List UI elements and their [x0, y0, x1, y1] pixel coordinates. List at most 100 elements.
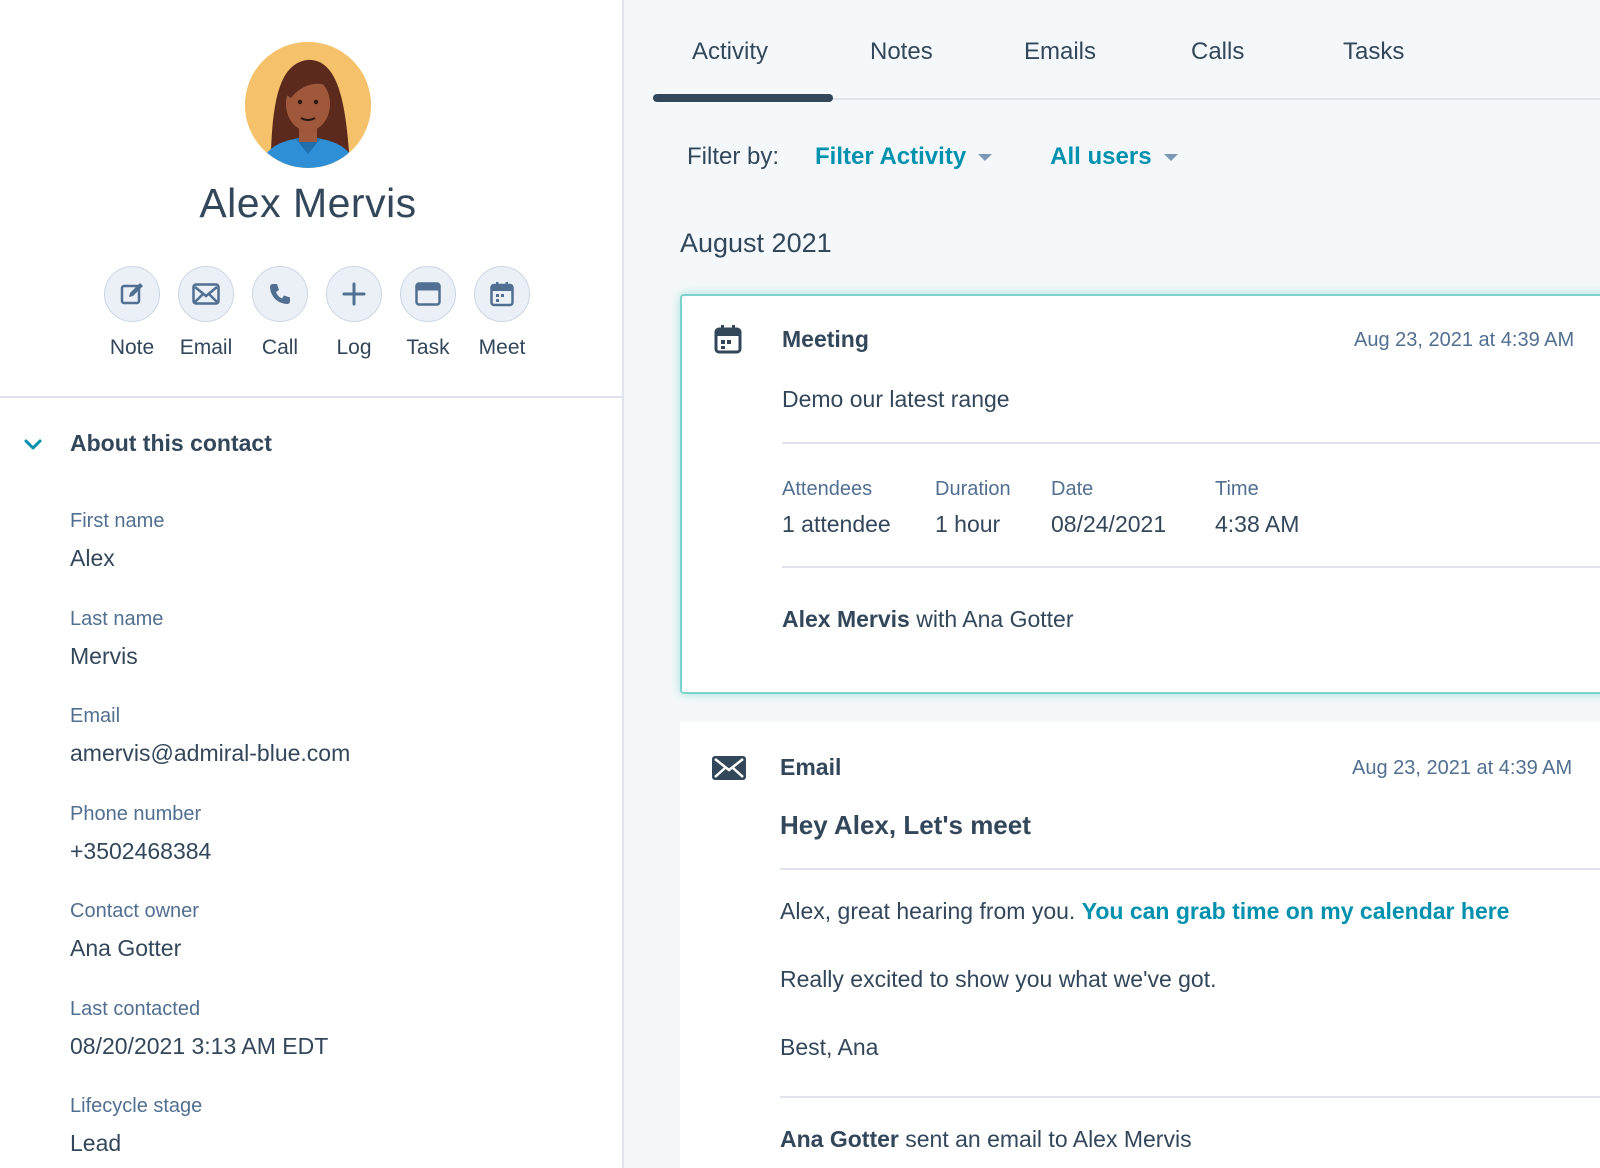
card-divider [782, 442, 1600, 444]
meta-attendees: Attendees 1 attendee [782, 478, 891, 538]
property-label: Contact owner [70, 900, 199, 922]
tab-bar: Activity Notes Emails Calls Tasks [653, 0, 1600, 102]
note-action-button[interactable]: Note [95, 266, 169, 360]
filter-label: Filter by: [687, 143, 780, 170]
filter-activity-label: Filter Activity [815, 143, 967, 170]
email-sender-summary: Ana Gotter sent an email to Alex Mervis [780, 1126, 1192, 1153]
call-action-button[interactable]: Call [243, 266, 317, 360]
email-subject[interactable]: Hey Alex, Let's meet [780, 810, 1031, 841]
calendar-link[interactable]: You can grab time on my calendar here [1082, 898, 1510, 924]
activity-panel: Activity Notes Emails Calls Tasks Filter… [624, 0, 1600, 1168]
email-action-label: Email [179, 336, 233, 359]
property-label: Phone number [70, 802, 202, 825]
email-body-line: Best, Ana [780, 1034, 879, 1060]
tab-emails[interactable]: Emails [1024, 38, 1096, 66]
tab-tasks[interactable]: Tasks [1343, 38, 1404, 66]
all-users-dropdown[interactable]: All users [1050, 143, 1178, 171]
property-value[interactable]: 08/20/2021 3:13 AM EDT [70, 1033, 350, 1060]
email-body-line: Alex, great hearing from you. You can gr… [780, 898, 1509, 925]
email-action-button[interactable]: Email [169, 266, 243, 360]
meta-value[interactable]: 1 attendee [782, 511, 891, 538]
property-last-contacted[interactable]: Last contacted 08/20/2021 3:13 AM EDT [70, 998, 350, 1096]
property-first-name[interactable]: First name Alex [70, 510, 350, 608]
property-label: Last contacted [70, 997, 201, 1020]
contact-name: Alex Mervis [199, 180, 417, 226]
property-value[interactable]: Alex [70, 545, 350, 572]
active-tab-indicator [653, 94, 833, 102]
chevron-down-icon [24, 439, 42, 449]
note-action-label: Note [109, 336, 155, 359]
all-users-label: All users [1050, 143, 1152, 170]
calendar-icon[interactable] [474, 266, 530, 322]
property-value[interactable]: amervis@admiral-blue.com [70, 740, 350, 767]
avatar[interactable] [245, 42, 371, 168]
activity-type: Email [780, 754, 842, 780]
email-body-line: Really excited to show you what we've go… [780, 966, 1217, 992]
plus-icon[interactable] [326, 266, 382, 322]
property-label: Email [70, 705, 121, 727]
meeting-title[interactable]: Demo our latest range [782, 386, 1010, 413]
call-icon[interactable] [252, 266, 308, 322]
email-activity-card[interactable]: Email Aug 23, 2021 at 4:39 AM Hey Alex, … [680, 722, 1600, 1168]
property-value[interactable]: +3502468384 [70, 838, 350, 865]
property-label: Last name [70, 607, 164, 630]
property-last-name[interactable]: Last name Mervis [70, 608, 350, 706]
participant-rest: with Ana Gotter [909, 606, 1074, 632]
tab-notes[interactable]: Notes [870, 38, 933, 66]
property-value[interactable]: Ana Gotter [70, 935, 350, 962]
property-phone-number[interactable]: Phone number +3502468384 [70, 803, 350, 901]
card-divider [780, 868, 1600, 870]
meta-duration: Duration 1 hour [935, 478, 1011, 538]
meta-value[interactable]: 1 hour [935, 511, 1011, 538]
filter-activity-dropdown[interactable]: Filter Activity [815, 143, 993, 171]
card-divider [782, 566, 1600, 568]
meta-label: Duration [935, 478, 1011, 500]
participant-name: Alex Mervis [782, 606, 910, 632]
contact-properties: First name Alex Last name Mervis Email a… [70, 510, 350, 1168]
note-icon[interactable] [104, 266, 160, 322]
meta-date: Date 08/24/2021 [1051, 478, 1166, 538]
meta-value[interactable]: 4:38 AM [1215, 511, 1299, 538]
calendar-icon [714, 325, 742, 354]
tab-calls[interactable]: Calls [1191, 38, 1244, 66]
meta-time: Time 4:38 AM [1215, 478, 1299, 538]
caret-down-icon [1163, 153, 1178, 161]
call-action-label: Call [261, 336, 299, 359]
property-value[interactable]: Mervis [70, 643, 350, 670]
task-action-button[interactable]: Task [391, 266, 465, 360]
meet-action-button[interactable]: Meet [465, 266, 539, 360]
email-body-text: Alex, great hearing from you. [780, 898, 1082, 924]
filter-bar: Filter by: Filter Activity All users [687, 143, 1178, 171]
contact-sidebar: Alex Mervis Note Email Call Log Task Mee… [0, 0, 624, 1168]
meta-value[interactable]: 08/24/2021 [1051, 511, 1166, 538]
activity-timestamp: Aug 23, 2021 at 4:39 AM [1354, 329, 1575, 351]
quick-actions: Note Email Call Log Task Meet [95, 266, 539, 360]
email-icon[interactable] [178, 266, 234, 322]
property-label: First name [70, 510, 165, 532]
email-icon [712, 756, 746, 780]
meeting-participants: Alex Mervis with Ana Gotter [782, 606, 1074, 633]
property-label: Lifecycle stage [70, 1095, 203, 1117]
card-divider [780, 1096, 1600, 1098]
log-action-button[interactable]: Log [317, 266, 391, 360]
about-section-title: About this contact [70, 430, 272, 456]
sidebar-divider [0, 396, 624, 398]
property-email[interactable]: Email amervis@admiral-blue.com [70, 705, 350, 803]
meta-label: Date [1051, 478, 1094, 500]
task-action-label: Task [406, 336, 450, 359]
timeline-month-heading: August 2021 [680, 228, 832, 258]
task-icon[interactable] [400, 266, 456, 322]
property-lifecycle-stage[interactable]: Lifecycle stage Lead [70, 1095, 350, 1168]
sender-name: Ana Gotter [780, 1126, 899, 1152]
property-contact-owner[interactable]: Contact owner Ana Gotter [70, 900, 350, 998]
meeting-activity-card[interactable]: Meeting Aug 23, 2021 at 4:39 AM Demo our… [680, 294, 1600, 694]
activity-timestamp: Aug 23, 2021 at 4:39 AM [1352, 757, 1573, 779]
caret-down-icon [978, 153, 993, 161]
meta-label: Attendees [782, 478, 873, 500]
log-action-label: Log [336, 336, 372, 359]
about-section-toggle[interactable]: About this contact [22, 430, 272, 457]
tab-activity[interactable]: Activity [692, 38, 768, 66]
meta-label: Time [1215, 478, 1259, 500]
property-value[interactable]: Lead [70, 1130, 350, 1157]
sender-rest: sent an email to Alex Mervis [898, 1126, 1192, 1152]
